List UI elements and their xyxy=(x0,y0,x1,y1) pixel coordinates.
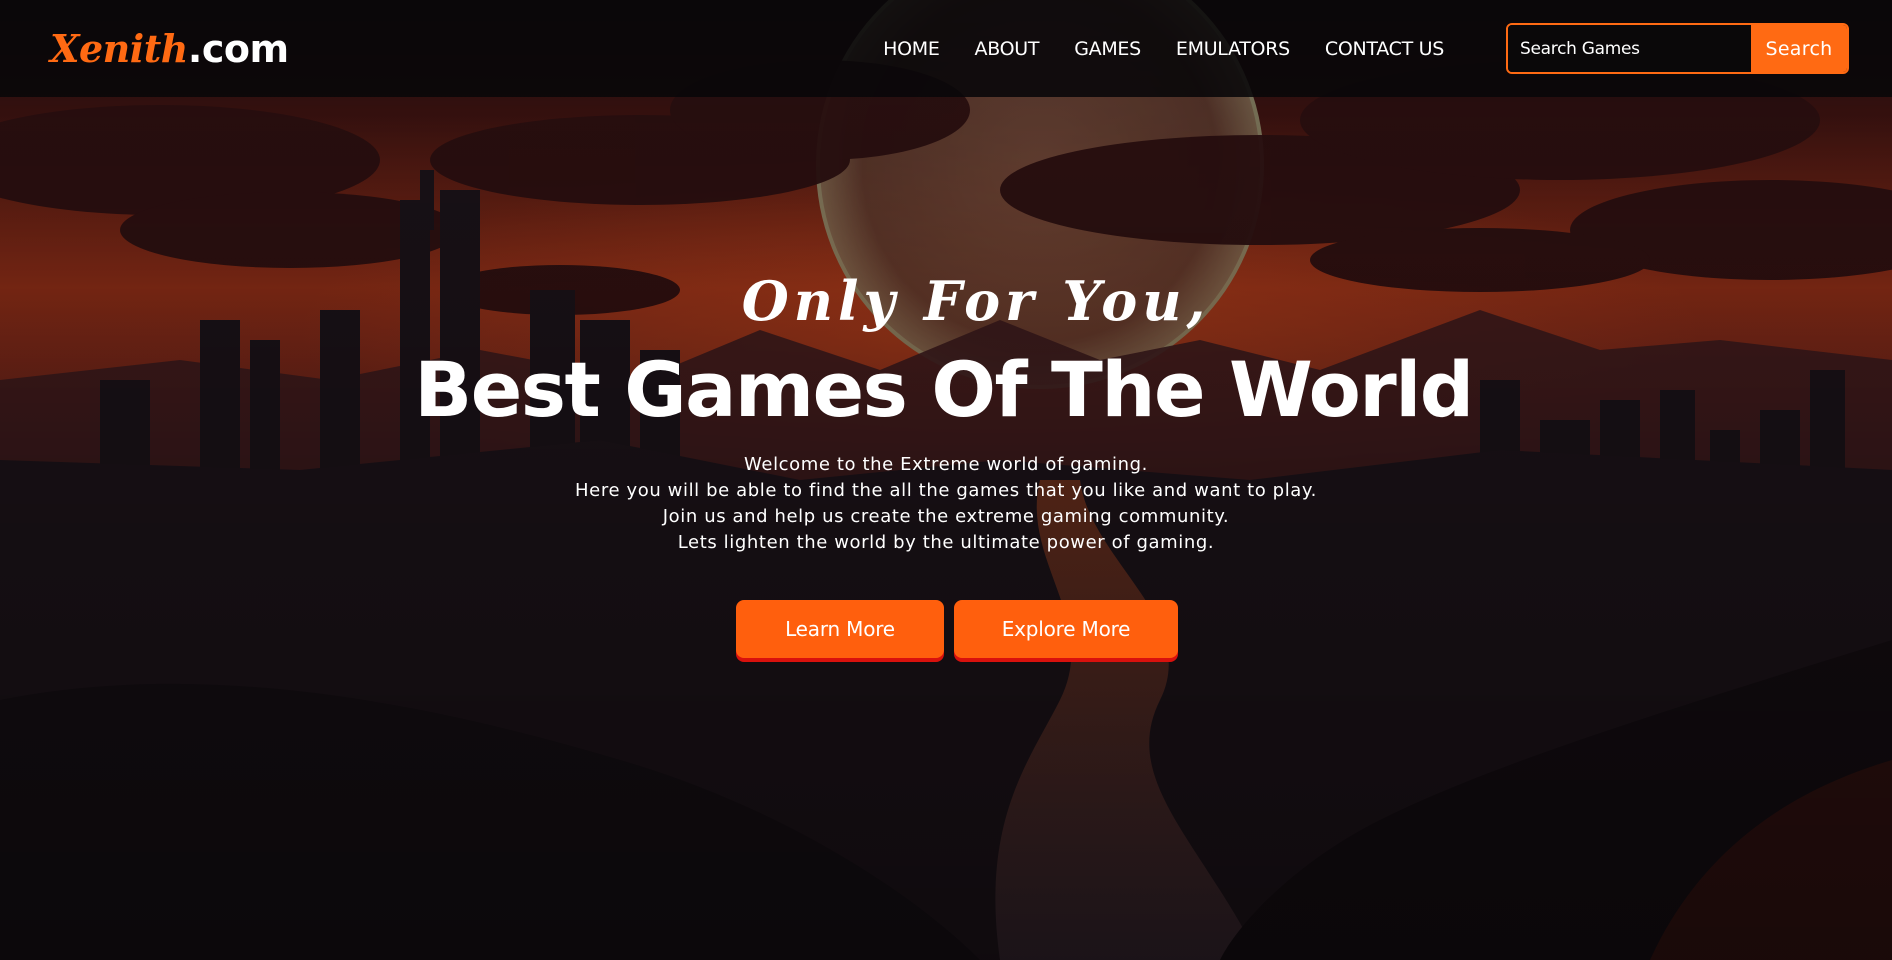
nav-link-emulators[interactable]: EMULATORS xyxy=(1176,38,1290,60)
hero-description-line: Here you will be able to find the all th… xyxy=(575,480,1317,501)
nav-link-about[interactable]: ABOUT xyxy=(975,38,1040,60)
hero-tagline: Only For You, xyxy=(741,269,1211,333)
nav-link-games[interactable]: GAMES xyxy=(1074,38,1141,60)
logo-tld: .com xyxy=(187,27,289,71)
main-nav: HOME ABOUT GAMES EMULATORS CONTACT US xyxy=(883,38,1444,60)
nav-link-home[interactable]: HOME xyxy=(883,38,940,60)
site-logo[interactable]: Xenith.com xyxy=(50,26,289,71)
hero-description-line: Join us and help us create the extreme g… xyxy=(662,506,1230,527)
search-bar: Search xyxy=(1506,23,1849,74)
hero-buttons: Learn More Explore More xyxy=(22,600,1892,658)
hero-description: Welcome to the Extreme world of gaming. … xyxy=(0,452,1892,556)
top-navbar: Xenith.com HOME ABOUT GAMES EMULATORS CO… xyxy=(0,0,1892,97)
search-button[interactable]: Search xyxy=(1751,25,1847,72)
logo-brand: Xenith xyxy=(50,26,188,71)
learn-more-button[interactable]: Learn More xyxy=(736,600,944,658)
hero-description-line: Welcome to the Extreme world of gaming. xyxy=(744,454,1148,475)
nav-link-contact-us[interactable]: CONTACT US xyxy=(1325,38,1444,60)
explore-more-button[interactable]: Explore More xyxy=(954,600,1178,658)
hero-title: Best Games Of The World xyxy=(414,345,1474,434)
hero-description-line: Lets lighten the world by the ultimate p… xyxy=(677,532,1215,553)
hero-section: Only For You, Best Games Of The World We… xyxy=(0,260,1892,658)
search-input[interactable] xyxy=(1508,25,1751,72)
